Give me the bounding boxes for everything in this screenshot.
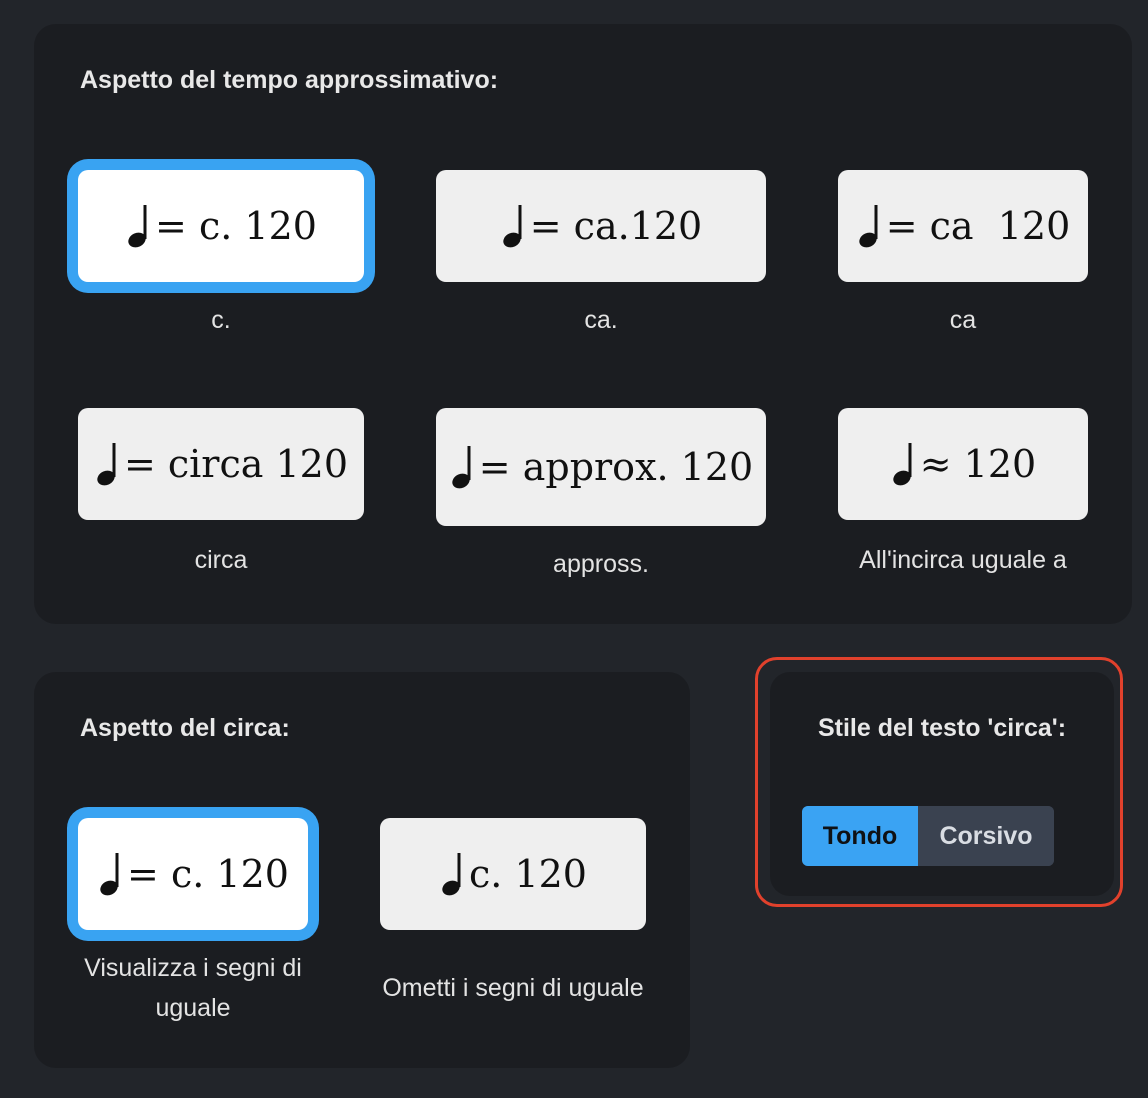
circa-option-label: Visualizza i segni di uguale — [84, 954, 302, 1022]
quarter-note-icon — [125, 203, 151, 249]
tempo-option-label: c. — [211, 306, 231, 334]
tempo-preview-text: = approx. 120 — [478, 445, 754, 489]
italic-style-button[interactable]: Corsivo — [918, 806, 1054, 866]
tempo-appearance-heading: Aspetto del tempo approssimativo: — [80, 66, 499, 94]
tempo-option-c-card[interactable]: = c. 120 — [78, 170, 364, 282]
quarter-note-icon — [449, 444, 475, 490]
tempo-option-ca-card[interactable]: = ca 120 — [838, 170, 1088, 282]
tempo-option-label: ca — [949, 306, 977, 334]
quarter-note-icon — [500, 203, 526, 249]
tempo-option-approx-equal-card[interactable]: ≈ 120 — [838, 408, 1088, 520]
quarter-note-icon — [890, 441, 916, 487]
circa-preview-text: c. 120 — [469, 852, 587, 896]
quarter-note-icon — [94, 441, 120, 487]
roman-style-button[interactable]: Tondo — [802, 806, 918, 866]
tempo-option-label: All'incirca uguale a — [859, 546, 1067, 574]
tempo-preview-text: = circa 120 — [123, 442, 349, 486]
tempo-option-label: ca. — [584, 306, 618, 334]
tempo-option-label: appross. — [553, 550, 649, 578]
tempo-option-ca-dot-card[interactable]: = ca.120 — [436, 170, 766, 282]
tempo-preview-text: = ca 120 — [885, 204, 1071, 248]
quarter-note-icon — [97, 851, 123, 897]
circa-appearance-heading: Aspetto del circa: — [80, 714, 290, 742]
tempo-preview-text: = c. 120 — [155, 204, 317, 248]
tempo-option-label: circa — [194, 546, 248, 574]
text-style-segmented-control: Tondo Corsivo — [802, 806, 1054, 866]
tempo-option-circa-card[interactable]: = circa 120 — [78, 408, 364, 520]
quarter-note-icon — [856, 203, 882, 249]
circa-option-label: Ometti i segni di uguale — [382, 974, 644, 1002]
quarter-note-icon — [439, 851, 465, 897]
tempo-option-approx-card[interactable]: = approx. 120 — [436, 408, 766, 526]
tempo-preview-text: = ca.120 — [529, 204, 703, 248]
circa-option-omit-equals-card[interactable]: c. 120 — [380, 818, 646, 930]
highlight-frame — [755, 657, 1123, 907]
circa-option-show-equals-card[interactable]: = c. 120 — [78, 818, 308, 930]
circa-preview-text: = c. 120 — [127, 852, 289, 896]
tempo-preview-text: ≈ 120 — [919, 442, 1037, 486]
circa-text-style-heading: Stile del testo 'circa': — [817, 714, 1067, 742]
